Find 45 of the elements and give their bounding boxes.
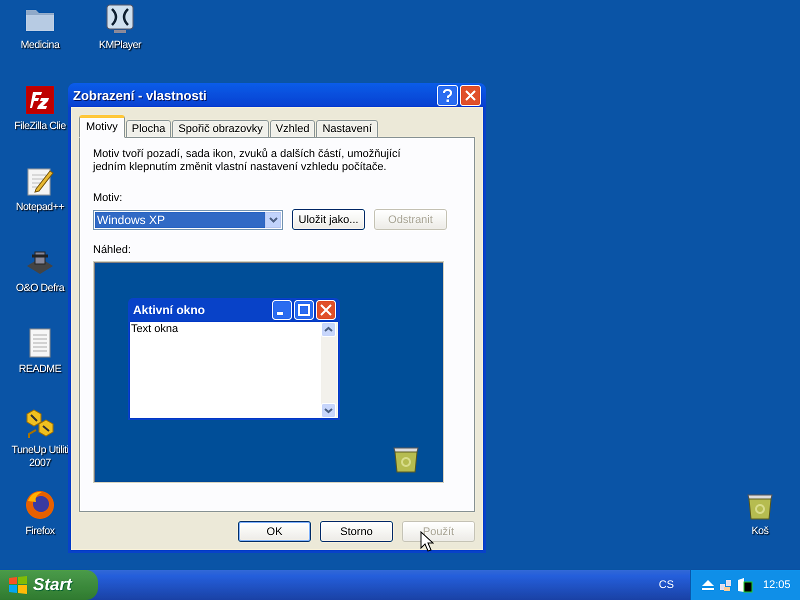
icon-label[interactable]: KMPlayer	[98, 39, 142, 52]
theme-dropdown[interactable]: Windows XP	[93, 210, 283, 230]
tab[interactable]: Spořič obrazovky	[172, 120, 269, 138]
player-icon	[104, 3, 136, 35]
tab[interactable]: Motivy	[79, 115, 125, 138]
dropdown-button[interactable]	[265, 212, 281, 228]
windows-logo-icon	[8, 576, 28, 594]
icon-label[interactable]: O&O Defra	[16, 282, 64, 295]
help-button[interactable]	[437, 84, 458, 106]
window-title: Zobrazení - vlastnosti	[73, 88, 207, 102]
icon-label[interactable]: Koš	[752, 525, 768, 538]
close-icon	[465, 90, 476, 100]
network-icon[interactable]	[719, 578, 733, 592]
icon-label[interactable]: Medicina	[20, 39, 60, 52]
tools-icon	[24, 408, 56, 440]
help-icon	[442, 88, 453, 102]
tab[interactable]: Plocha	[126, 120, 172, 138]
language-indicator[interactable]: CS	[658, 579, 674, 591]
close-button[interactable]	[460, 84, 481, 106]
scroll-up-icon[interactable]	[321, 322, 336, 337]
tab[interactable]: Nastavení	[316, 120, 378, 138]
tab[interactable]: Vzhled	[270, 120, 316, 138]
chevron-down-icon	[268, 216, 278, 222]
start-button[interactable]: Start	[0, 570, 98, 600]
icon-label[interactable]: README	[18, 363, 62, 376]
dialog-button[interactable]: OK	[238, 521, 311, 542]
scroll-down-icon[interactable]	[321, 403, 336, 418]
maximize-icon	[294, 300, 314, 320]
filezilla-icon	[24, 84, 56, 116]
eject-icon[interactable]	[701, 579, 715, 591]
field-label: Náhled:	[93, 244, 132, 256]
field-label: Motiv:	[93, 192, 124, 204]
preview-window-title: Aktivní okno	[133, 303, 206, 317]
scrollbar[interactable]	[321, 322, 338, 418]
close-icon	[316, 300, 336, 320]
icon-label[interactable]: Notepad++	[16, 201, 64, 214]
description-text: Motiv tvoří pozadí, sada ikon, zvuků a dalších částí, umožňující jedním klepnutím změnit vlastní nastavení vzhledu počítače.	[93, 148, 402, 174]
dialog-button[interactable]: Uložit jako...	[292, 209, 365, 230]
icon-label[interactable]: FileZilla Clie	[14, 120, 66, 133]
minimize-icon	[272, 300, 292, 320]
icon-label[interactable]: Firefox	[25, 525, 55, 538]
preview-window-text: Text okna	[130, 322, 180, 337]
dialog-button[interactable]: Storno	[320, 521, 393, 542]
browser-icon	[24, 489, 56, 521]
monitor-icon[interactable]	[737, 577, 753, 593]
